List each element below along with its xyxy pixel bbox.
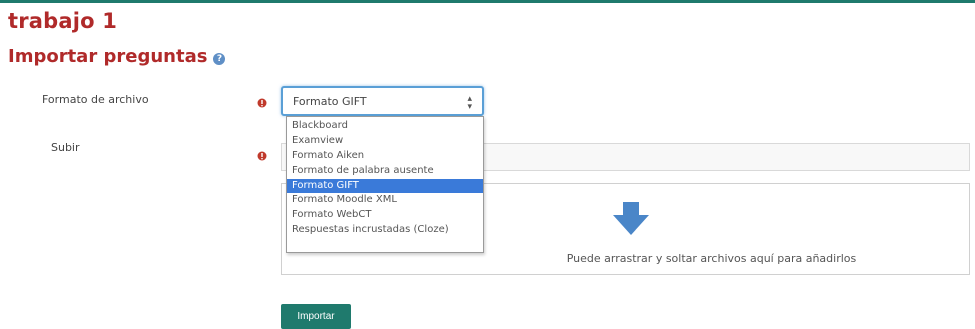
dropdown-option-missing-word[interactable]: Formato de palabra ausente [287,164,483,179]
dropdown-option-webct[interactable]: Formato WebCT [287,208,483,223]
required-icon [257,97,267,109]
arrow-down-icon [613,202,649,235]
file-format-select[interactable]: Formato GIFT ▴ ▾ [281,86,484,116]
dropdown-option-gift[interactable]: Formato GIFT [287,178,483,194]
upload-label: Subir [51,141,80,154]
dropdown-option-cloze[interactable]: Respuestas incrustadas (Cloze) [287,223,483,238]
import-button[interactable]: Importar [281,304,351,329]
dropdown-option-moodle-xml[interactable]: Formato Moodle XML [287,193,483,208]
required-icon [257,150,267,162]
file-format-selected-value: Formato GIFT [293,94,367,108]
dropdown-option-blackboard[interactable]: Blackboard [287,119,483,134]
page-title: trabajo 1 [8,9,118,33]
file-format-label: Formato de archivo [42,93,149,106]
dropzone-text: Puede arrastrar y soltar archivos aquí p… [566,252,857,265]
top-rule [0,0,975,3]
file-format-dropdown: Blackboard Examview Formato Aiken Format… [286,116,484,253]
dropdown-option-examview[interactable]: Examview [287,134,483,149]
section-title: Importar preguntas ? [8,46,226,67]
section-title-text: Importar preguntas [8,46,208,67]
dropdown-option-aiken[interactable]: Formato Aiken [287,149,483,164]
help-icon[interactable]: ? [213,52,226,65]
up-down-caret-icon: ▴ ▾ [467,94,472,112]
